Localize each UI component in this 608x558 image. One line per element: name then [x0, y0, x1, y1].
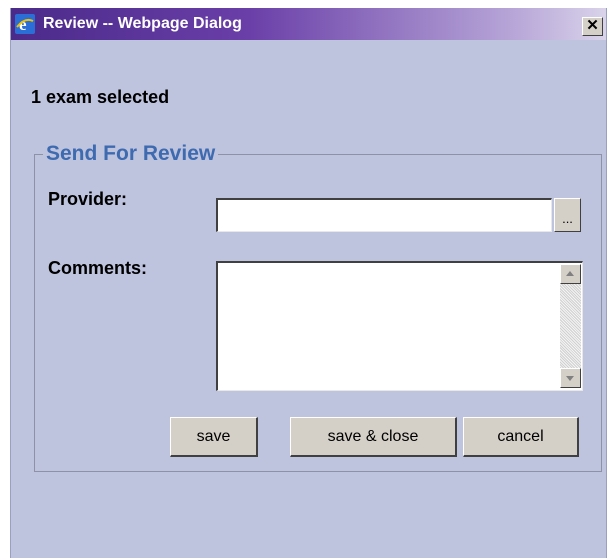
arrow-up-icon — [566, 271, 574, 276]
comments-field — [216, 261, 583, 391]
internet-explorer-icon: e — [15, 14, 35, 34]
close-button[interactable]: ✕ — [582, 17, 603, 36]
provider-input[interactable] — [216, 198, 552, 232]
dialog-window: e Review -- Webpage Dialog ✕ 1 exam sele… — [10, 8, 607, 558]
ellipsis-icon: ... — [562, 211, 573, 226]
scroll-down-button[interactable] — [560, 368, 581, 388]
comments-label: Comments: — [48, 258, 148, 278]
window-title: Review -- Webpage Dialog — [43, 15, 242, 32]
provider-browse-button[interactable]: ... — [554, 198, 581, 232]
close-icon: ✕ — [586, 17, 599, 34]
save-close-button[interactable]: save & close — [290, 417, 457, 457]
title-bar[interactable]: e Review -- Webpage Dialog ✕ — [11, 8, 606, 40]
comments-textarea[interactable] — [218, 263, 558, 389]
scroll-up-button[interactable] — [560, 264, 581, 284]
cancel-button[interactable]: cancel — [463, 417, 579, 457]
save-button[interactable]: save — [170, 417, 258, 457]
comments-scrollbar[interactable] — [560, 264, 581, 388]
arrow-down-icon — [566, 376, 574, 381]
selection-summary: 1 exam selected — [31, 87, 170, 107]
provider-label: Provider: — [48, 189, 128, 209]
group-title: Send For Review — [46, 142, 216, 165]
